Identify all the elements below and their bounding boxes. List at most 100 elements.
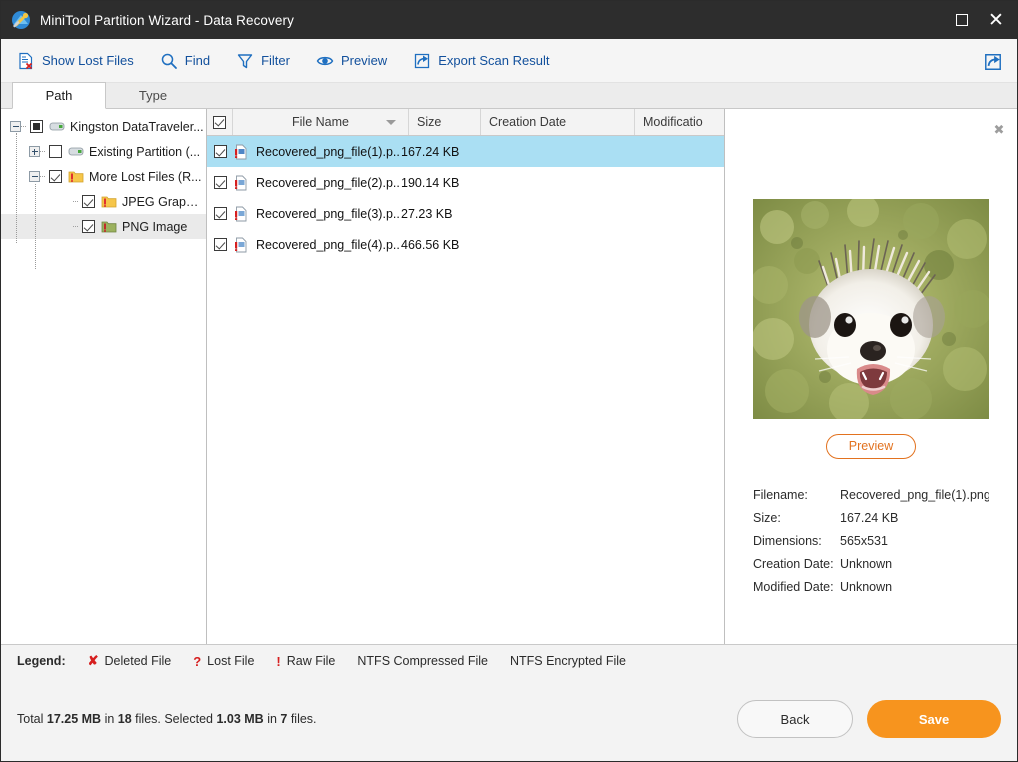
status-selected-suffix: files.	[287, 712, 317, 727]
export-scan-result-button[interactable]: Export Scan Result	[413, 52, 549, 70]
save-button[interactable]: Save	[867, 700, 1001, 739]
back-button[interactable]: Back	[737, 700, 853, 739]
detail-row-creation-date: Creation Date: Unknown	[753, 552, 989, 575]
tree-checkbox-unchecked[interactable]	[49, 145, 62, 158]
tab-path-label: Path	[45, 88, 73, 103]
maximize-icon	[956, 14, 968, 26]
status-total-size: 17.25 MB	[46, 712, 102, 727]
folder-warning-icon	[68, 169, 84, 184]
legend-bar: Legend: ✘ Deleted File ? Lost File ! Raw…	[1, 643, 1017, 678]
file-name-cell: Recovered_png_file(4).p...	[256, 237, 401, 252]
file-size-cell: 27.23 KB	[401, 206, 453, 221]
tree-node-label: JPEG Graphics ...	[122, 194, 204, 209]
row-checkbox[interactable]	[213, 207, 227, 220]
png-file-raw-icon	[233, 175, 249, 191]
legend-item-deleted-file: ✘ Deleted File	[88, 653, 172, 669]
sort-descending-icon	[386, 120, 396, 125]
window-controls: ✕	[945, 1, 1017, 39]
tree-checkbox-checked[interactable]	[49, 170, 62, 183]
share-export-button[interactable]	[983, 52, 1001, 70]
filter-button[interactable]: Filter	[236, 52, 290, 70]
column-header-size[interactable]: Size	[409, 109, 481, 135]
detail-key: Filename:	[753, 487, 808, 502]
action-buttons: Back Save	[737, 700, 1001, 739]
close-small-icon[interactable]: ✖	[992, 124, 1006, 138]
usb-drive-icon	[49, 119, 65, 134]
export-arrow-icon	[413, 52, 431, 70]
tab-path[interactable]: Path	[12, 82, 106, 109]
detail-key: Modified Date:	[753, 579, 834, 594]
row-checkbox-cell[interactable]	[207, 238, 233, 251]
close-icon: ✕	[988, 8, 1004, 31]
column-header-file-name[interactable]: File Name	[233, 109, 409, 135]
lost-file-icon: ?	[193, 653, 202, 669]
tree-node-more-lost-files[interactable]: More Lost Files (R...	[1, 164, 206, 189]
column-header-creation-date[interactable]: Creation Date	[481, 109, 635, 135]
tree-checkbox-checked[interactable]	[82, 195, 95, 208]
tree-expander-expand-icon[interactable]	[29, 146, 40, 157]
preview-image-button[interactable]: Preview	[825, 434, 917, 459]
legend-item-ntfs-compressed-file: NTFS Compressed File	[357, 654, 488, 668]
tree-connector	[73, 200, 78, 203]
tree-connector	[21, 125, 26, 128]
detail-row-dimensions: Dimensions: 565x531	[753, 529, 989, 552]
detail-value: Recovered_png_file(1).png	[840, 487, 989, 502]
tree-node-png-image[interactable]: PNG Image	[1, 214, 206, 239]
row-checkbox-cell[interactable]	[207, 176, 233, 189]
show-lost-files-label: Show Lost Files	[42, 53, 134, 68]
table-row[interactable]: Recovered_png_file(4).p... 466.56 KB	[207, 229, 724, 260]
file-name-cell: Recovered_png_file(1).p...	[256, 144, 401, 159]
status-total-count: 18	[117, 712, 132, 727]
row-checkbox[interactable]	[213, 145, 227, 158]
tree-node-kingston-datatraveler[interactable]: Kingston DataTraveler...	[1, 114, 206, 139]
preview-button[interactable]: Preview	[316, 52, 387, 70]
table-row[interactable]: Recovered_png_file(1).p... 167.24 KB	[207, 136, 724, 167]
eye-icon	[316, 52, 334, 70]
legend-label: Raw File	[286, 654, 336, 668]
file-name-cell: Recovered_png_file(2).p...	[256, 175, 401, 190]
row-checkbox[interactable]	[213, 176, 227, 189]
application-window: MiniTool Partition Wizard - Data Recover…	[0, 0, 1018, 762]
tree-guide-line	[16, 133, 17, 243]
detail-row-filename: Filename: Recovered_png_file(1).png	[753, 483, 989, 506]
folder-warning-icon	[101, 194, 117, 209]
row-checkbox-cell[interactable]	[207, 207, 233, 220]
tree-node-label: More Lost Files (R...	[89, 169, 202, 184]
file-list-panel: File Name Size Creation Date Modificatio	[207, 109, 725, 644]
file-size-cell: 190.14 KB	[401, 175, 460, 190]
show-lost-files-button[interactable]: Show Lost Files	[17, 52, 134, 70]
maximize-button[interactable]	[945, 1, 979, 39]
row-checkbox-cell[interactable]	[207, 145, 233, 158]
export-scan-result-label: Export Scan Result	[438, 53, 550, 68]
row-checkbox[interactable]	[213, 238, 227, 251]
table-row[interactable]: Recovered_png_file(3).p... 27.23 KB	[207, 198, 724, 229]
table-row[interactable]: Recovered_png_file(2).p... 190.14 KB	[207, 167, 724, 198]
status-total-suffix: files.	[131, 712, 161, 727]
funnel-icon	[236, 52, 254, 70]
column-header-file-name-label: File Name	[292, 115, 349, 129]
tree-checkbox-checked[interactable]	[82, 220, 95, 233]
toolbar: Show Lost Files Find Filter Preview Expo…	[1, 39, 1017, 83]
tab-type[interactable]: Type	[106, 82, 200, 108]
status-bar: Total 17.25 MB in 18 files. Selected 1.0…	[1, 677, 1017, 761]
select-all-header-cell[interactable]	[207, 109, 233, 135]
status-selected-size: 1.03 MB	[216, 712, 264, 727]
tree-expander-collapse-icon[interactable]	[29, 171, 40, 182]
tree-node-existing-partition[interactable]: Existing Partition (...	[1, 139, 206, 164]
tree-connector	[40, 150, 45, 153]
detail-value: Unknown	[840, 556, 893, 571]
deleted-file-icon: ✘	[87, 653, 99, 668]
select-all-checkbox[interactable]	[213, 115, 226, 129]
main-content: Kingston DataTraveler... Existing Partit…	[1, 109, 1017, 644]
find-button[interactable]: Find	[160, 52, 210, 70]
tree-node-jpeg-graphics[interactable]: JPEG Graphics ...	[1, 189, 206, 214]
close-button[interactable]: ✕	[979, 1, 1013, 39]
legend-label: NTFS Encrypted File	[509, 654, 626, 668]
detail-key: Dimensions:	[753, 533, 822, 548]
tree-expander-collapse-icon[interactable]	[10, 121, 21, 132]
column-header-modification-date[interactable]: Modificatio	[635, 109, 724, 135]
status-total-prefix: Total	[17, 712, 47, 727]
legend-title: Legend:	[17, 654, 66, 668]
tree-checkbox-partial[interactable]	[30, 120, 43, 133]
window-title: MiniTool Partition Wizard - Data Recover…	[40, 12, 294, 28]
